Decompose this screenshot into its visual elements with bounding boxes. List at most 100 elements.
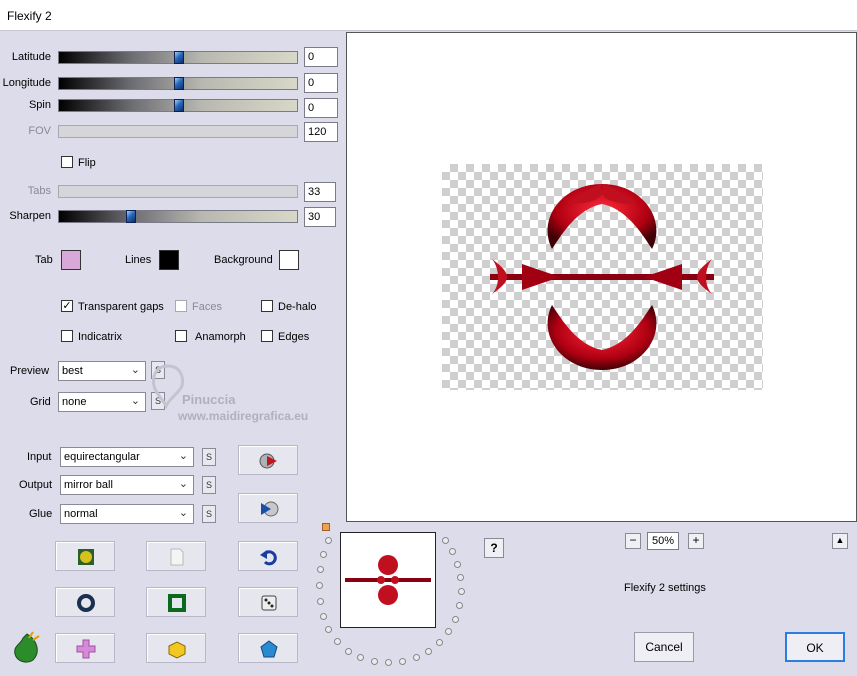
edges-checkbox[interactable]	[261, 330, 273, 342]
ring-tool-button[interactable]	[55, 587, 115, 617]
frame-tool-button[interactable]	[146, 587, 206, 617]
tab-color-label: Tab	[35, 254, 53, 266]
grid-label: Grid	[30, 396, 51, 408]
chevron-down-icon: ⌄	[130, 364, 140, 376]
ring-icon	[77, 594, 95, 612]
help-button[interactable]: ?	[484, 538, 504, 558]
faces-checkbox	[175, 300, 187, 312]
globe-play-icon	[261, 501, 279, 517]
watermark: Pinuccia www.maidiregrafica.eu	[148, 362, 348, 432]
input-select[interactable]: equirectangular ⌄	[60, 447, 194, 467]
anamorph-checkbox[interactable]	[175, 330, 187, 342]
thumbnail-render	[341, 533, 435, 627]
output-s-button[interactable]: S	[202, 476, 216, 494]
pentagon-shape-button[interactable]	[238, 633, 298, 663]
spin-label: Spin	[28, 99, 51, 111]
zoom-out-button[interactable]: −	[625, 533, 641, 549]
random-button[interactable]	[238, 587, 298, 617]
title-bar: Flexify 2	[0, 0, 857, 31]
slider-thumb[interactable]	[174, 77, 184, 90]
settings-label: Flexify 2 settings	[624, 582, 706, 594]
window-title: Flexify 2	[7, 9, 52, 23]
fov-field[interactable]: 120	[304, 122, 338, 142]
pentagon-icon	[260, 640, 278, 658]
latitude-label: Latitude	[11, 51, 51, 63]
slider-thumb[interactable]	[174, 99, 184, 112]
longitude-slider[interactable]	[58, 77, 298, 90]
spin-slider[interactable]	[58, 99, 298, 112]
background-color-swatch[interactable]	[279, 250, 299, 270]
copy-button[interactable]	[146, 541, 206, 571]
slider-thumb[interactable]	[126, 210, 136, 223]
globe-arrow-icon	[259, 453, 277, 469]
tabs-field[interactable]: 33	[304, 182, 336, 202]
transparent-gaps-checkbox[interactable]: ✓	[61, 300, 73, 312]
preview-canvas[interactable]	[346, 32, 857, 522]
plus-shape-button[interactable]	[55, 633, 115, 663]
grid-select[interactable]: none ⌄	[58, 392, 146, 412]
scroll-up-button[interactable]: ▲	[832, 533, 848, 549]
undo-icon	[260, 550, 277, 566]
de-halo-label: De-halo	[278, 301, 317, 313]
plus-shape-icon	[76, 639, 96, 659]
grid-select-value: none	[62, 396, 87, 408]
output-select[interactable]: mirror ball ⌄	[60, 475, 194, 495]
tabs-label: Tabs	[27, 185, 51, 197]
output-label: Output	[19, 479, 53, 491]
cube-icon	[168, 641, 186, 659]
preview-image	[442, 164, 763, 390]
check-icon: ✓	[62, 300, 72, 312]
indicatrix-checkbox[interactable]	[61, 330, 73, 342]
spin-field[interactable]: 0	[304, 98, 338, 118]
sharpen-field[interactable]: 30	[304, 207, 336, 227]
anamorph-label: Anamorph	[195, 331, 246, 343]
document-icon	[170, 548, 184, 566]
chevron-down-icon: ⌄	[178, 478, 188, 490]
glue-label: Glue	[29, 508, 53, 520]
longitude-field[interactable]: 0	[304, 73, 338, 93]
cube-shape-button[interactable]	[146, 633, 206, 663]
faces-label: Faces	[192, 301, 222, 313]
latitude-field[interactable]: 0	[304, 47, 338, 67]
tab-color-swatch[interactable]	[61, 250, 81, 270]
sharpen-slider[interactable]	[58, 210, 298, 223]
watermark-line2: www.maidiregrafica.eu	[178, 409, 309, 423]
input-preview-button[interactable]	[238, 445, 298, 475]
preview-label: Preview	[10, 365, 50, 377]
watermark-line1: Pinuccia	[182, 392, 236, 407]
slider-thumb[interactable]	[174, 51, 184, 64]
ring-handle[interactable]	[322, 523, 330, 531]
lines-color-swatch[interactable]	[159, 250, 179, 270]
input-label: Input	[27, 451, 52, 463]
open-image-button[interactable]	[55, 541, 115, 571]
edges-label: Edges	[278, 331, 310, 343]
glue-select-value: normal	[64, 508, 98, 520]
thumbnail-preview[interactable]	[340, 532, 436, 628]
glue-select[interactable]: normal ⌄	[60, 504, 194, 524]
undo-button[interactable]	[238, 541, 298, 571]
chevron-down-icon: ⌄	[178, 450, 188, 462]
flaming-pear-logo-icon	[9, 630, 45, 666]
photo-icon	[78, 549, 94, 565]
flip-label: Flip	[78, 157, 96, 169]
longitude-label: Longitude	[2, 77, 51, 89]
tabs-slider	[58, 185, 298, 198]
indicatrix-label: Indicatrix	[78, 331, 123, 343]
frame-icon	[168, 594, 186, 612]
preview-select[interactable]: best ⌄	[58, 361, 146, 381]
preview-select-value: best	[62, 365, 83, 377]
flip-checkbox[interactable]	[61, 156, 73, 168]
chevron-down-icon: ⌄	[130, 395, 140, 407]
output-select-value: mirror ball	[64, 479, 113, 491]
transparent-gaps-label: Transparent gaps	[78, 301, 164, 313]
latitude-slider[interactable]	[58, 51, 298, 64]
glue-s-button[interactable]: S	[202, 505, 216, 523]
input-s-button[interactable]: S	[202, 448, 216, 466]
output-preview-button[interactable]	[238, 493, 298, 523]
ok-button[interactable]: OK	[785, 632, 845, 662]
fov-label: FOV	[28, 125, 51, 137]
de-halo-checkbox[interactable]	[261, 300, 273, 312]
input-select-value: equirectangular	[64, 451, 140, 463]
cancel-button[interactable]: Cancel	[634, 632, 694, 662]
zoom-in-button[interactable]: +	[688, 533, 704, 549]
